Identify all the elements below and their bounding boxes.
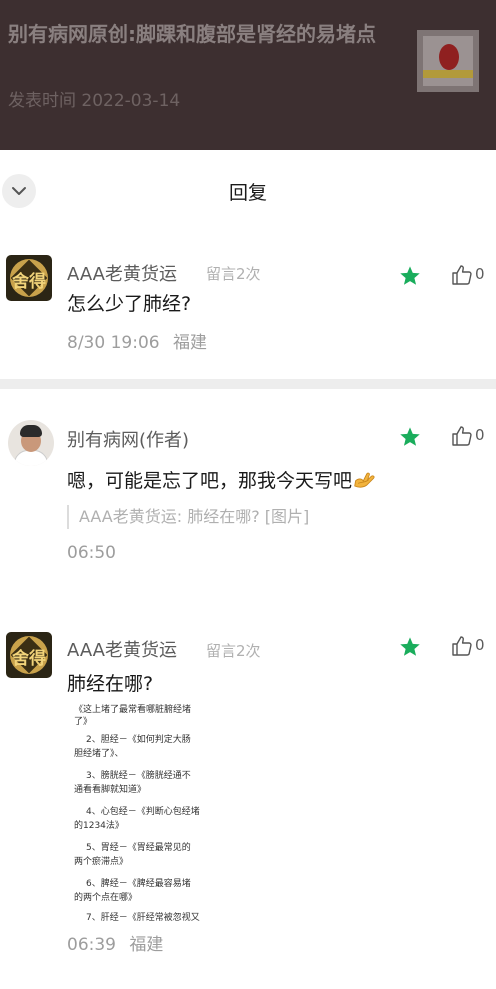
image-text-line: 3、膀胱经－《膀胱经通不 (86, 771, 191, 781)
comment-text: 怎么少了肺经? (67, 293, 192, 315)
star-icon[interactable] (399, 636, 421, 658)
comment-time: 06:50 (67, 543, 116, 563)
sheet-title: 回复 (228, 182, 267, 204)
avatar[interactable]: 舍得 (6, 255, 52, 301)
image-text-line: 2、胆经－《如何判定大肠 (86, 735, 191, 745)
image-text-line: 通看看脚就知道》 (74, 785, 147, 795)
image-text-line: 4、心包经－《判断心包经堵 (86, 807, 200, 817)
image-text-line: 的1234法》 (74, 821, 124, 831)
thumbs-up-icon (452, 426, 472, 446)
comment-meta: 06:39 福建 (67, 930, 163, 955)
image-text-line: 胆经堵了》、 (74, 749, 124, 759)
comment-count-tag: 留言2次 (206, 642, 261, 660)
like-button[interactable]: 0 (450, 263, 490, 287)
article-title: 别有病网原创:脚踝和腹部是肾经的易堵点 (8, 22, 376, 46)
star-icon[interactable] (399, 426, 421, 448)
avatar-seal-text: 舍得 (12, 272, 46, 292)
image-text-line: 6、脾经－《脾经最容易堵 (86, 879, 191, 889)
image-text-line: 7、肝经－《肝经常被忽视又 (86, 913, 200, 923)
comment-author[interactable]: AAA老黄货运 (67, 636, 177, 662)
comment-meta: 8/30 19:06 福建 (67, 328, 207, 353)
folded-hands-emoji-icon (354, 472, 375, 488)
avatar[interactable]: 舍得 (6, 632, 52, 678)
section-divider (0, 379, 496, 389)
image-text-line: 了》 (74, 717, 93, 727)
like-count: 0 (475, 265, 485, 283)
comment-author[interactable]: AAA老黄货运 (67, 260, 177, 286)
article-header[interactable]: 别有病网原创:脚踝和腹部是肾经的易堵点 发表时间 2022-03-14 (0, 0, 496, 150)
comment-text-row: 嗯，可能是忘了吧，那我今天写吧 (67, 466, 377, 493)
article-thumbnail (417, 30, 479, 92)
like-count: 0 (475, 426, 485, 444)
image-text-line: 5、胃经－《胃经最常见的 (86, 843, 191, 853)
comment-time: 8/30 19:06 (67, 333, 160, 353)
comment-text: 嗯，可能是忘了吧，那我今天写吧 (67, 470, 353, 492)
like-button[interactable]: 0 (450, 424, 490, 448)
comment-location: 福建 (172, 333, 207, 353)
avatar-seal-text: 舍得 (12, 649, 46, 669)
star-icon[interactable] (399, 265, 421, 287)
like-count: 0 (475, 636, 485, 654)
comment-author[interactable]: 别有病网(作者) (67, 426, 189, 452)
comment-time: 06:39 (67, 935, 116, 955)
author-avatar[interactable] (8, 420, 54, 466)
quoted-reply[interactable]: AAA老黄货运: 肺经在哪? [图片] (67, 505, 309, 529)
image-text-line: 两个瘀滞点》 (74, 857, 129, 867)
comment-location: 福建 (129, 935, 164, 955)
article-date: 发表时间 2022-03-14 (8, 91, 181, 111)
like-button[interactable]: 0 (450, 634, 490, 658)
comment-count-tag: 留言2次 (206, 265, 261, 283)
comment-text: 肺经在哪? (67, 673, 154, 695)
thumbs-up-icon (452, 265, 472, 285)
thumbs-up-icon (452, 636, 472, 656)
comment-image[interactable]: 《这上堵了最常看哪脏腑经堵 了》 2、胆经－《如何判定大肠 胆经堵了》、 3、膀… (66, 700, 236, 924)
image-text-line: 的两个点在哪》 (74, 893, 138, 903)
